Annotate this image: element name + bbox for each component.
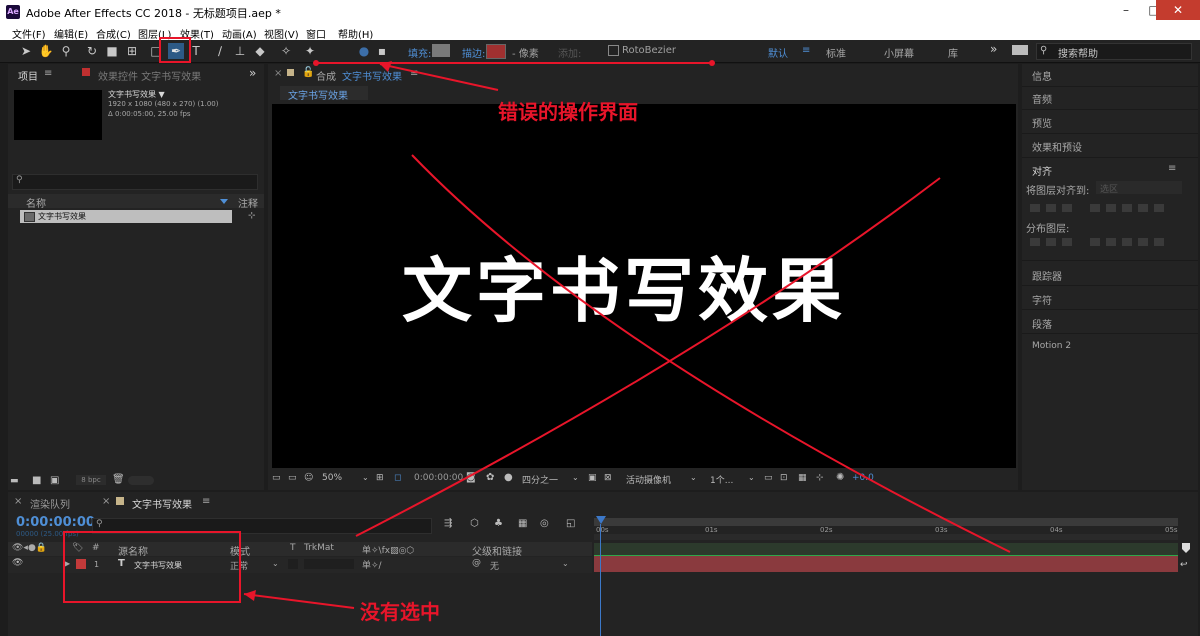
cross-line [411, 154, 1011, 553]
wrong-ui-annotation: 错误的操作界面 [498, 100, 638, 124]
not-selected-annotation: 没有选中 [360, 600, 440, 624]
underline-endpoint [709, 60, 715, 66]
pen-tool-highlight-box [159, 37, 191, 63]
not-selected-arrowhead [244, 590, 256, 601]
underline-endpoint [313, 60, 319, 66]
layer-highlight-box [63, 531, 241, 603]
cross-line [355, 177, 941, 537]
not-selected-arrow [243, 593, 355, 609]
wrong-ui-arrow [379, 63, 499, 91]
